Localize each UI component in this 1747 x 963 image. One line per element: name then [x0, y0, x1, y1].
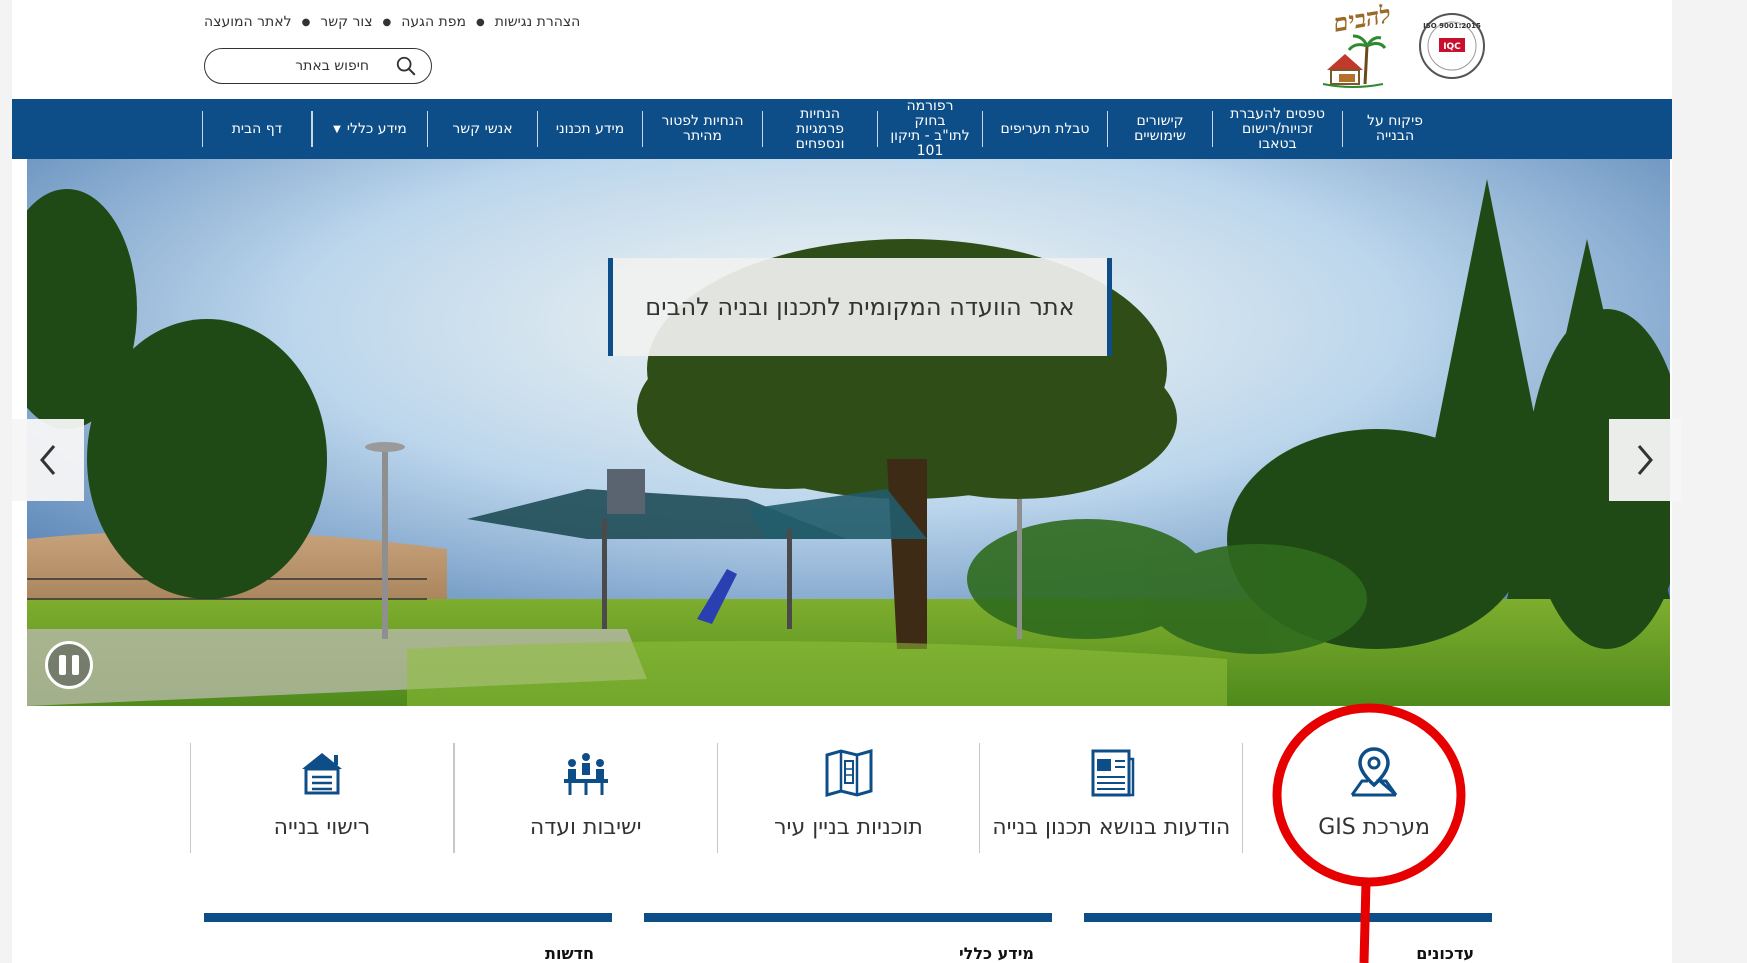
- nav-useful-links[interactable]: קישורים שימושיים: [1107, 111, 1212, 147]
- quick-link-planning-notices[interactable]: הודעות בנושא תכנון בנייה: [979, 743, 1242, 853]
- chevron-left-icon: [40, 445, 56, 475]
- nav-construction-supervision[interactable]: פיקוח על הבנייה: [1342, 111, 1447, 147]
- nav-contacts[interactable]: אנשי קשר: [427, 111, 537, 147]
- svg-text:ISO 9001:2015: ISO 9001:2015: [1423, 22, 1481, 30]
- news-panel: חדשות: [204, 913, 612, 963]
- logo-group: IQC ISO 9001:2015 להבים: [1287, 0, 1487, 88]
- quick-link-committee-meetings[interactable]: ישיבות ועדה: [453, 743, 717, 853]
- slider-pause-button[interactable]: [45, 641, 93, 689]
- quick-link-label: רישוי בנייה: [273, 815, 371, 840]
- pause-icon: [59, 655, 66, 675]
- city-plan-icon: [825, 749, 872, 797]
- slider-next-button[interactable]: [1609, 419, 1681, 501]
- nav-label: אנשי קשר: [452, 120, 513, 137]
- page: לאתר המועצה ● צור קשר ● מפת הגעה ● הצהרת…: [12, 0, 1681, 963]
- nav-label: הנחיות פרמגיות ונספחים: [795, 105, 845, 152]
- iso-certification-seal: IQC ISO 9001:2015: [1419, 13, 1485, 79]
- quick-link-label: הודעות בנושא תכנון בנייה: [992, 815, 1231, 840]
- hero-slider: [27, 159, 1670, 706]
- nav-guidelines[interactable]: הנחיות פרמגיות ונספחים: [762, 106, 877, 151]
- nav-label: מידע כללי: [346, 120, 407, 137]
- main-nav: דף הבית מידע כללי ▼ אנשי קשר מידע תכנוני …: [12, 99, 1672, 159]
- nav-permit-exemption[interactable]: הנחיות לפטור מהיתר: [642, 111, 762, 147]
- quick-link-label: ישיבות ועדה: [529, 815, 642, 840]
- hero-park-image: [27, 159, 1670, 706]
- nav-reform-101[interactable]: רפורמה בחוק לתו"ב - תיקון 101: [877, 99, 982, 159]
- site-search: [204, 48, 432, 84]
- committee-meeting-icon: [563, 753, 608, 795]
- nav-general-info[interactable]: מידע כללי ▼: [312, 111, 427, 147]
- quick-link-label: תוכניות בניין עיר: [774, 815, 923, 840]
- updates-panel: עדכונים: [1084, 913, 1492, 963]
- slider-prev-button[interactable]: [12, 419, 84, 501]
- panel-title: חדשות: [545, 944, 594, 963]
- nav-label: רפורמה בחוק לתו"ב - תיקון 101: [890, 98, 970, 159]
- search-icon[interactable]: [395, 55, 417, 77]
- panel-title: מידע כללי: [958, 944, 1034, 963]
- nav-planning-info[interactable]: מידע תכנוני: [537, 111, 642, 147]
- nav-label: פיקוח על הבנייה: [1367, 113, 1423, 144]
- notices-icon: [1091, 749, 1135, 797]
- nav-fee-table[interactable]: טבלת תעריפים: [982, 111, 1107, 147]
- lehavim-logo[interactable]: להבים: [1287, 0, 1399, 88]
- nav-home[interactable]: דף הבית: [202, 111, 312, 147]
- pause-icon: [72, 655, 79, 675]
- nav-label: הנחיות לפטור מהיתר: [661, 113, 744, 144]
- panel-title: עדכונים: [1416, 944, 1474, 963]
- top-utility-links: לאתר המועצה ● צור קשר ● מפת הגעה ● הצהרת…: [204, 14, 580, 32]
- council-site-link[interactable]: לאתר המועצה: [204, 14, 292, 32]
- quick-link-city-plans[interactable]: תוכניות בניין עיר: [716, 743, 980, 853]
- link-separator: ●: [382, 17, 392, 28]
- quick-link-building-permit[interactable]: רישוי בנייה: [190, 743, 454, 853]
- nav-forms[interactable]: טפסים להעברת זכויות/רישום בטאבו: [1212, 106, 1342, 151]
- search-input[interactable]: [219, 58, 369, 74]
- hero-caption: אתר הוועדה המקומית לתכנון ובניה להבים: [608, 258, 1112, 356]
- directions-map-link[interactable]: מפת הגעה: [401, 14, 466, 32]
- general-info-panel: מידע כללי: [644, 913, 1052, 963]
- nav-label: קישורים שימושיים: [1134, 113, 1186, 144]
- quick-link-gis[interactable]: מערכת GIS: [1242, 743, 1505, 853]
- accessibility-statement-link[interactable]: הצהרת נגישות: [495, 14, 581, 32]
- svg-text:IQC: IQC: [1443, 42, 1461, 52]
- nav-label: טבלת תעריפים: [1000, 120, 1090, 137]
- link-separator: ●: [476, 17, 485, 28]
- caret-down-icon: ▼: [333, 123, 341, 135]
- building-permit-icon: [301, 753, 342, 795]
- nav-label: מידע תכנוני: [555, 120, 625, 137]
- screen: לאתר המועצה ● צור קשר ● מפת הגעה ● הצהרת…: [0, 0, 1747, 963]
- chevron-right-icon: [1637, 445, 1653, 475]
- contact-link[interactable]: צור קשר: [320, 14, 372, 32]
- nav-label: דף הבית: [231, 120, 283, 137]
- nav-label: טפסים להעברת זכויות/רישום בטאבו: [1230, 105, 1325, 152]
- link-separator: ●: [301, 17, 311, 28]
- quick-link-label: מערכת GIS: [1318, 815, 1430, 840]
- quick-links: רישוי בנייה ישיבות ועדה תוכניות בניין עי…: [190, 743, 1505, 853]
- gis-map-icon: [1350, 747, 1398, 797]
